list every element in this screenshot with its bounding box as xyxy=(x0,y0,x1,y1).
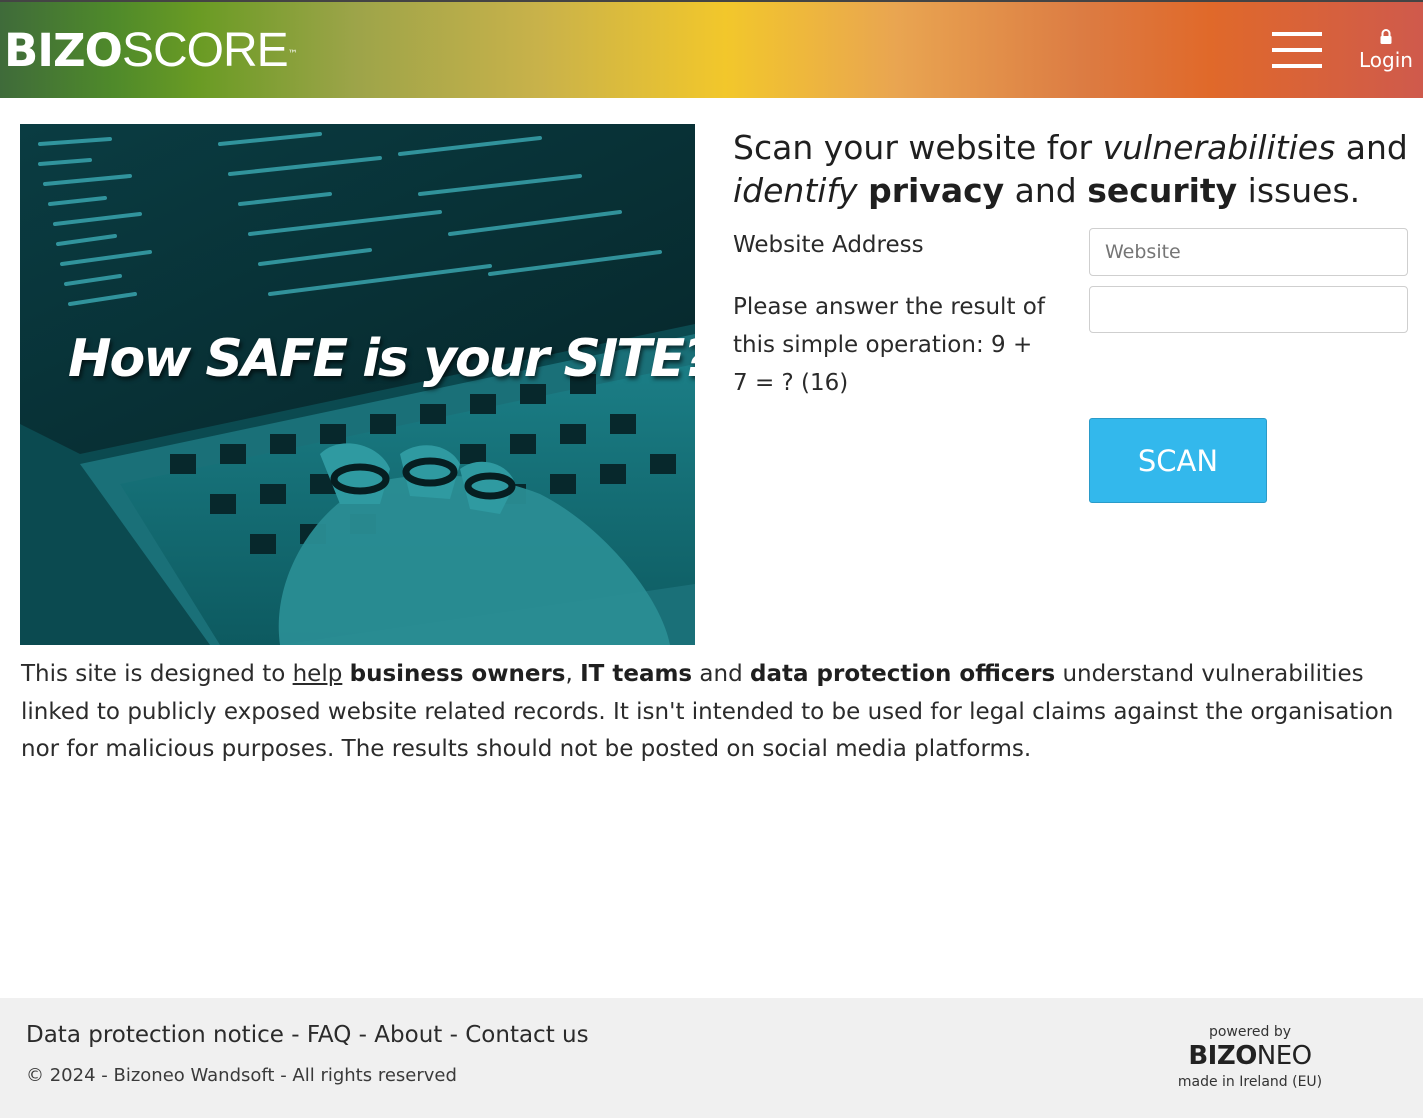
menu-bar xyxy=(1272,32,1322,36)
powered-by-block[interactable]: powered by BIZONEO made in Ireland (EU) xyxy=(1160,1024,1340,1090)
site-description: This site is designed to help business o… xyxy=(21,656,1411,769)
hamburger-menu-icon[interactable] xyxy=(1272,32,1324,70)
captcha-question-label: Please answer the result of this simple … xyxy=(733,294,1045,396)
logo-light-text: SCORE xyxy=(121,24,289,77)
bizoneo-logo-bold: BIZO xyxy=(1188,1041,1257,1071)
headline-part: vulnerabilities xyxy=(1102,128,1336,167)
website-input[interactable] xyxy=(1089,228,1408,276)
about-link[interactable]: About xyxy=(374,1022,442,1048)
headline-part: privacy xyxy=(868,171,1005,210)
desc-text: and xyxy=(692,661,751,687)
desc-bold: IT teams xyxy=(580,661,693,687)
logo-bold-text: BIZO xyxy=(4,24,123,77)
bizoneo-logo: BIZONEO xyxy=(1160,1040,1340,1072)
headline-part: security xyxy=(1087,171,1238,210)
hero-headline: How SAFE is your SITE? xyxy=(68,329,695,389)
desc-bold: business owners xyxy=(349,661,566,687)
headline-part: identify xyxy=(733,171,858,210)
login-label: Login xyxy=(1359,48,1413,72)
footer: Data protection notice - FAQ - About - C… xyxy=(0,998,1423,1118)
help-link[interactable]: help xyxy=(293,661,343,687)
headline-part: and xyxy=(1004,171,1088,210)
login-link[interactable]: Login xyxy=(1356,28,1416,72)
data-protection-link[interactable]: Data protection notice xyxy=(26,1022,284,1048)
footer-separator: - xyxy=(442,1022,466,1048)
desc-text: , xyxy=(565,661,581,687)
logo-trademark: ™ xyxy=(287,49,298,60)
headline-part: Scan your website for xyxy=(733,128,1103,167)
powered-by-label: powered by xyxy=(1208,1024,1292,1040)
footer-links: Data protection notice - FAQ - About - C… xyxy=(26,1022,589,1048)
desc-bold: data protection officers xyxy=(750,661,1056,687)
headline-part xyxy=(858,171,869,210)
headline-part: and xyxy=(1335,128,1408,167)
website-address-label: Website Address xyxy=(733,232,924,258)
copyright-text: © 2024 - Bizoneo Wandsoft - All rights r… xyxy=(26,1065,457,1086)
captcha-answer-input[interactable] xyxy=(1089,286,1408,333)
contact-link[interactable]: Contact us xyxy=(465,1022,588,1048)
page-title: Scan your website for vulnerabilities an… xyxy=(733,126,1413,212)
headline-part: issues. xyxy=(1237,171,1361,210)
bizoscore-logo[interactable]: BIZOSCORE™ xyxy=(4,24,298,77)
desc-text: This site is designed to xyxy=(21,661,293,687)
footer-separator: - xyxy=(351,1022,375,1048)
menu-bar xyxy=(1272,48,1322,52)
scan-button[interactable]: SCAN xyxy=(1089,418,1267,503)
bizoneo-logo-light: NEO xyxy=(1256,1041,1312,1071)
footer-separator: - xyxy=(283,1022,307,1048)
made-in-label: made in Ireland (EU) xyxy=(1177,1074,1323,1090)
hero-image: How SAFE is your SITE? xyxy=(20,124,695,645)
top-banner: BIZOSCORE™ Login xyxy=(0,0,1423,98)
menu-bar xyxy=(1272,64,1322,68)
lock-icon xyxy=(1380,29,1392,44)
faq-link[interactable]: FAQ xyxy=(307,1022,352,1048)
desc-text xyxy=(342,661,349,687)
